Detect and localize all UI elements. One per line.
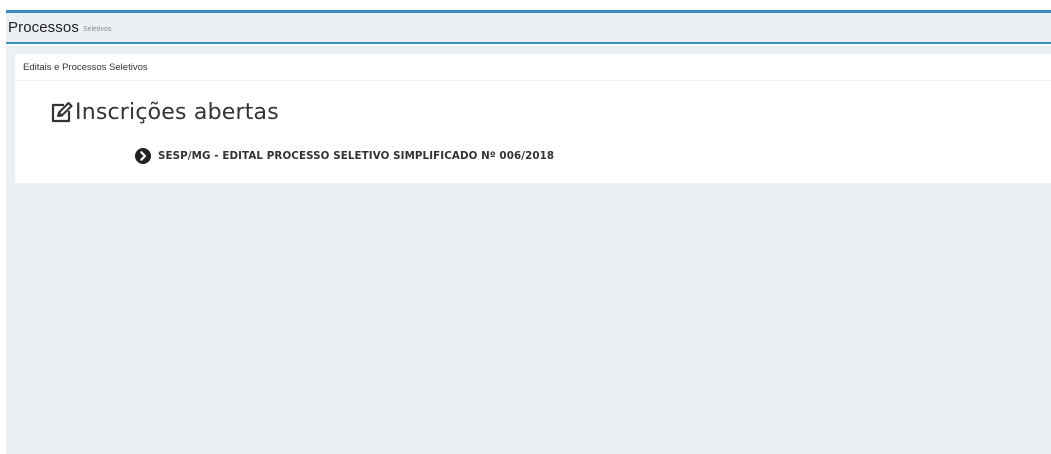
content-body: Editais e Processos Seletivos Inscrições… bbox=[6, 46, 1051, 454]
page-subtitle: Seletivos bbox=[82, 26, 112, 33]
page-title: Processos bbox=[8, 19, 79, 36]
content-box: Editais e Processos Seletivos Inscrições… bbox=[15, 54, 1051, 183]
edit-icon bbox=[50, 101, 74, 124]
chevron-circle-right-icon bbox=[135, 148, 151, 164]
box-header: Editais e Processos Seletivos bbox=[15, 54, 1051, 81]
notice-label: SESP/MG - EDITAL PROCESSO SELETIVO SIMPL… bbox=[158, 150, 555, 162]
box-title: Editais e Processos Seletivos bbox=[23, 61, 148, 73]
content-header: Processos Seletivos bbox=[6, 13, 1051, 44]
section-heading: Inscrições abertas bbox=[50, 100, 279, 125]
notice-link[interactable]: SESP/MG - EDITAL PROCESSO SELETIVO SIMPL… bbox=[135, 148, 554, 164]
section-title: Inscrições abertas bbox=[75, 100, 279, 125]
page: Processos Seletivos Editais e Processos … bbox=[0, 0, 1051, 454]
